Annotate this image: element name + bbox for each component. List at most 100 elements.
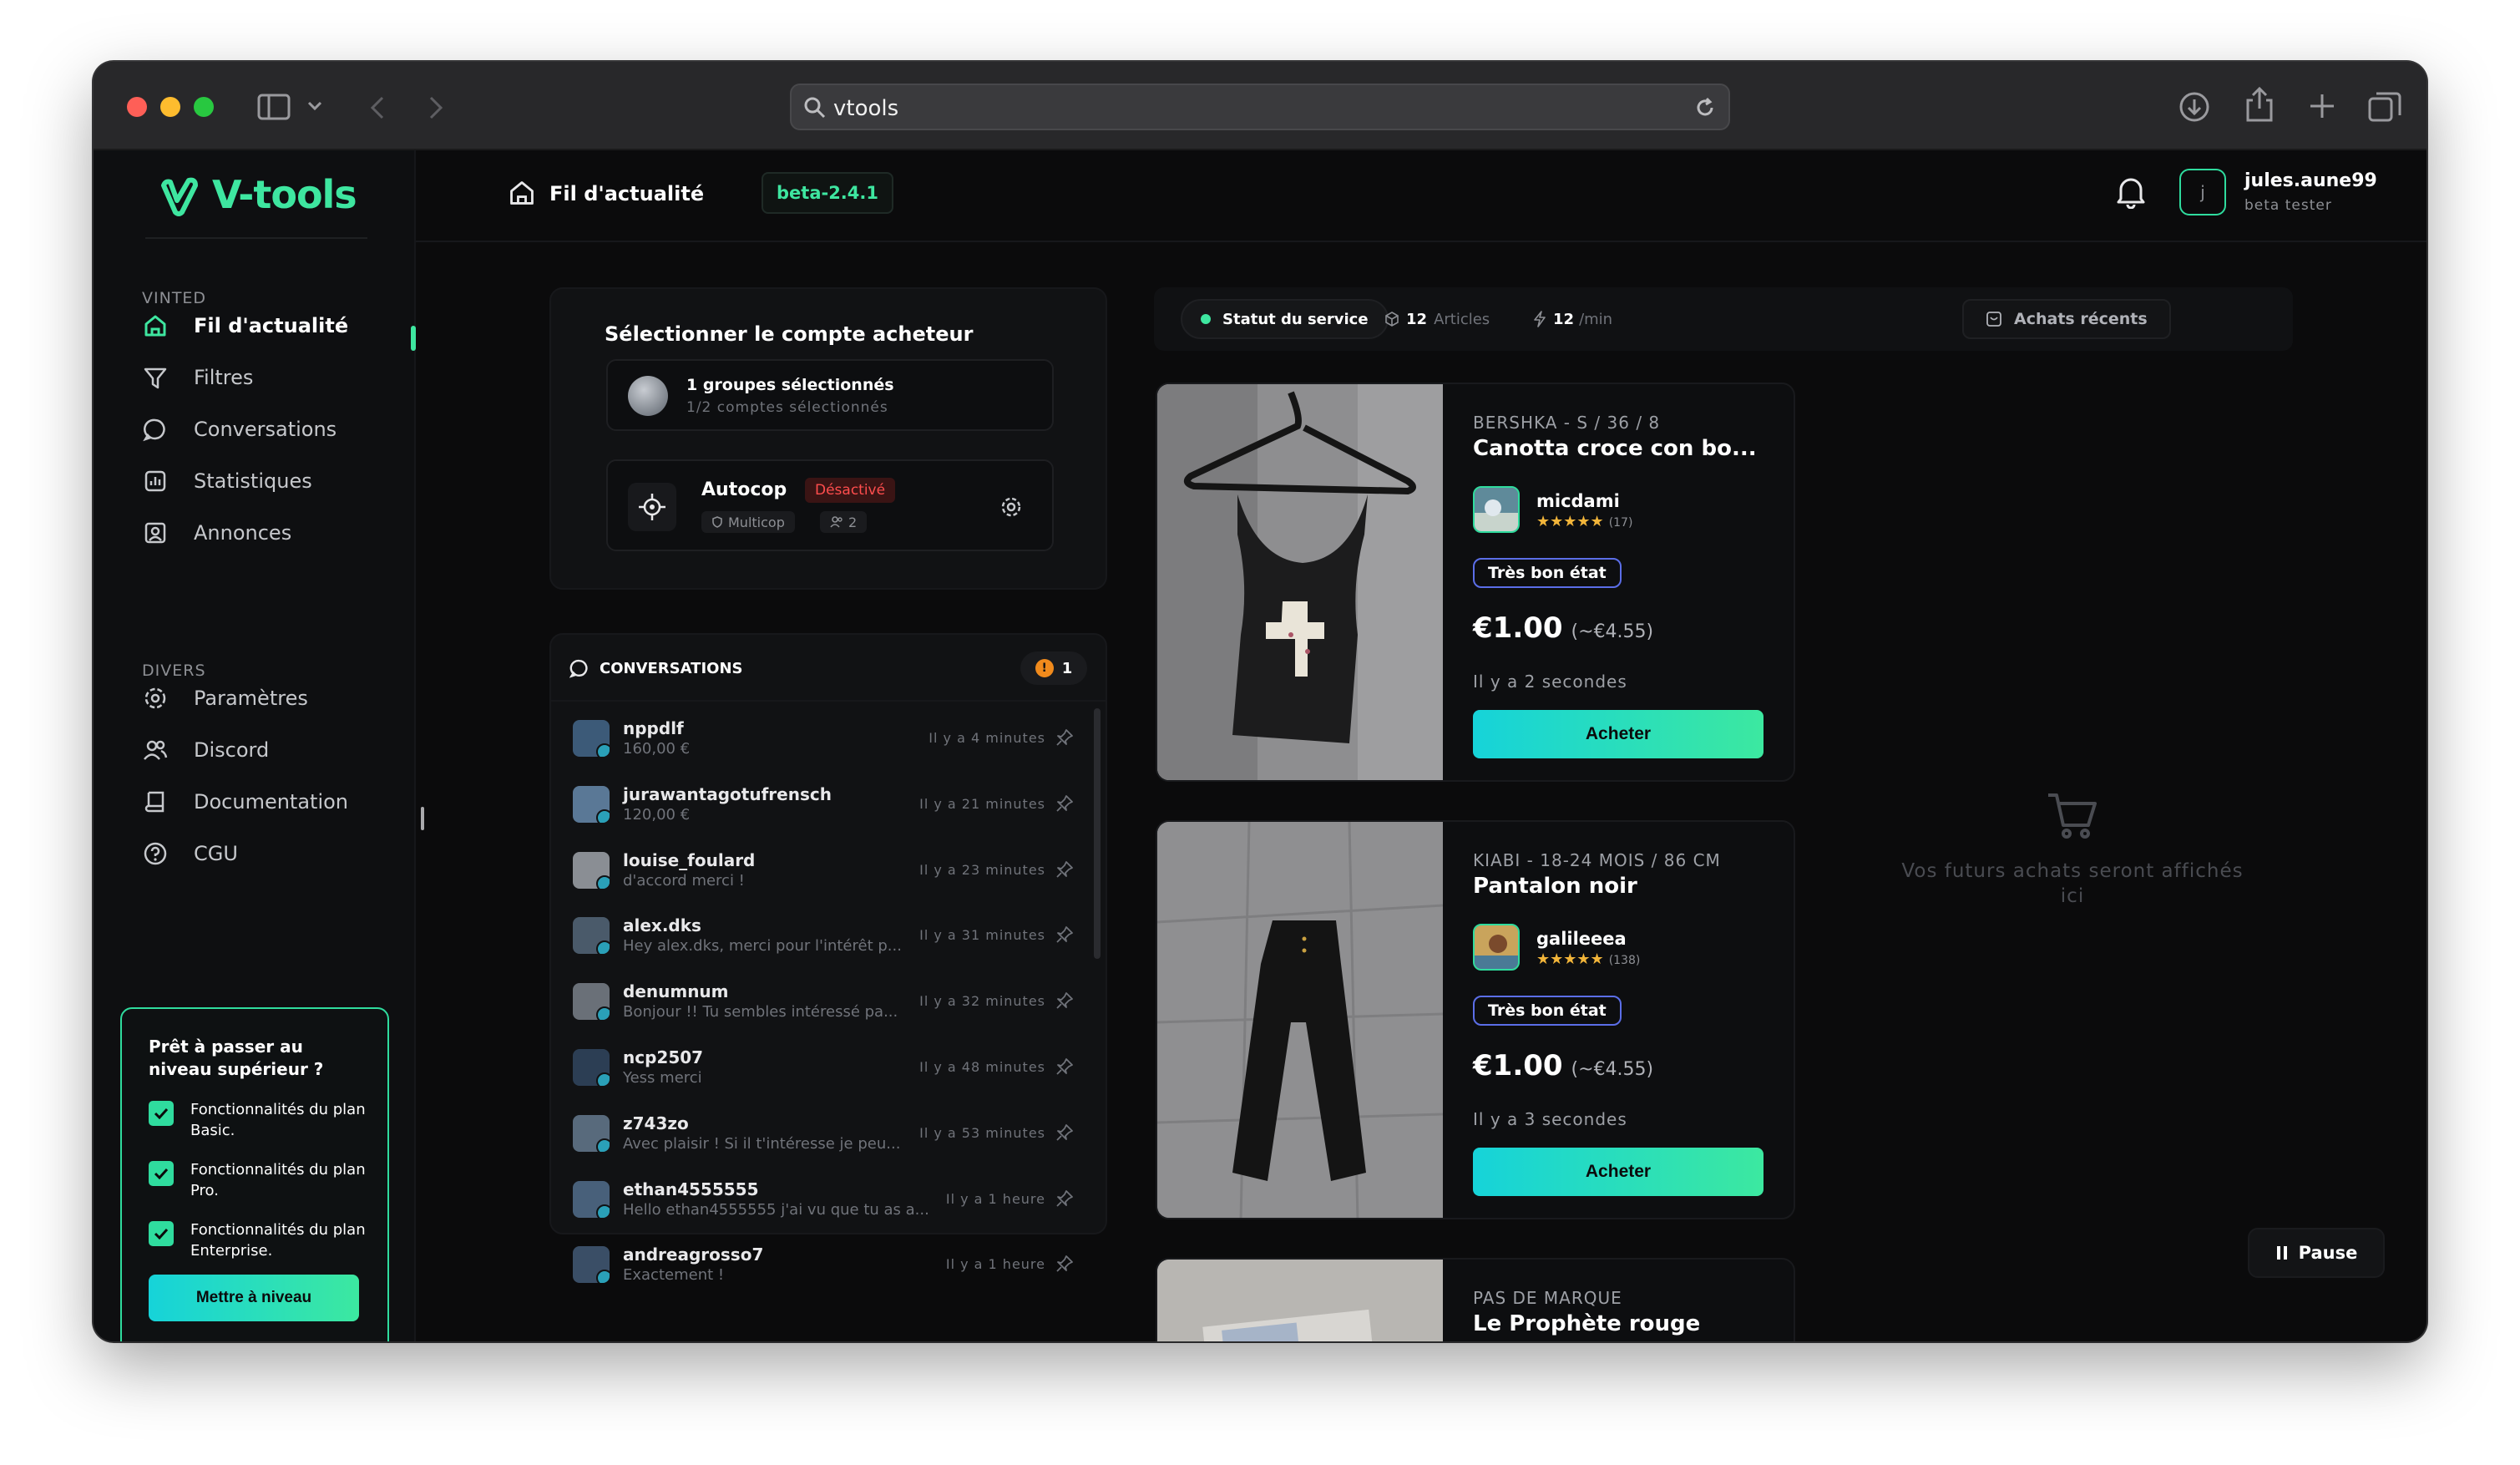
pin-icon[interactable] <box>1055 728 1074 747</box>
gear-icon[interactable] <box>999 494 1024 520</box>
search-icon <box>804 97 826 119</box>
download-icon[interactable] <box>2178 90 2211 124</box>
seller-avatar[interactable] <box>1473 924 1520 971</box>
conversation-item[interactable]: ncp2507 Yess merci Il y a 48 minutes <box>569 1039 1079 1104</box>
pause-label: Pause <box>2298 1243 2358 1263</box>
buy-button[interactable]: Acheter <box>1473 1148 1763 1196</box>
forward-icon[interactable] <box>428 95 444 120</box>
articles-count: 12 Articles <box>1384 299 1490 339</box>
sidebar-item-filters[interactable]: Filtres <box>142 357 392 398</box>
item-title[interactable]: Pantalon noir <box>1473 874 1637 899</box>
upgrade-feature-label: Fonctionnalités du plan Basic. <box>190 1101 366 1139</box>
review-count: (138) <box>1608 954 1641 967</box>
sidebar-item-conversations[interactable]: Conversations <box>142 409 392 449</box>
item-title[interactable]: Le Prophète rouge <box>1473 1311 1700 1336</box>
platform-badge <box>596 1138 610 1152</box>
sidebar-item-label: Filtres <box>194 366 254 389</box>
sidebar-item-label: Conversations <box>194 418 337 441</box>
scrollbar[interactable] <box>1094 708 1101 959</box>
share-icon[interactable] <box>2243 87 2276 124</box>
upgrade-button[interactable]: Mettre à niveau <box>149 1275 359 1321</box>
conversation-item[interactable]: jurawantagotufrensch 120,00 € Il y a 21 mi… <box>569 776 1079 841</box>
check-icon <box>154 1168 169 1179</box>
conversation-avatar <box>573 720 610 757</box>
tabs-overview-icon[interactable] <box>2368 90 2401 122</box>
conversation-item[interactable]: alex.dks Hey alex.dks, merci pour l'intér… <box>569 907 1079 972</box>
item-image[interactable] <box>1157 1260 1443 1341</box>
conversation-item[interactable]: denumnum Bonjour !! Tu sembles intéressé … <box>569 973 1079 1038</box>
section-title-divers: DIVERS <box>142 662 206 680</box>
pin-icon[interactable] <box>1055 794 1074 813</box>
sidebar-item-label: Annonces <box>194 521 292 545</box>
platform-badge <box>596 874 610 889</box>
conversation-item[interactable]: louise_foulard d'accord merci ! Il y a 23 … <box>569 842 1079 907</box>
group-selector[interactable]: 1 groupes sélectionnés 1/2 comptes sélec… <box>606 359 1054 431</box>
conversation-item[interactable]: andreagrosso7 Exactement ! Il y a 1 heure <box>569 1236 1079 1301</box>
close-window-button[interactable] <box>127 97 147 117</box>
sidebar-item-docs[interactable]: Documentation <box>142 782 392 822</box>
box-icon <box>1385 312 1399 327</box>
pin-icon[interactable] <box>1055 1255 1074 1273</box>
pause-button[interactable]: Pause <box>2248 1228 2385 1278</box>
avatar[interactable]: j <box>2179 169 2226 215</box>
page-title: Fil d'actualité <box>549 182 705 205</box>
conversation-item[interactable]: z743zo Avec plaisir ! Si il t'intéresse j… <box>569 1105 1079 1170</box>
seller-name[interactable]: galileeea <box>1536 929 1627 949</box>
home-icon <box>510 181 534 205</box>
sidebar-toggle-icon[interactable] <box>257 94 291 120</box>
pin-icon[interactable] <box>1055 860 1074 879</box>
seller-name[interactable]: micdami <box>1536 491 1620 511</box>
pin-icon[interactable] <box>1055 1189 1074 1208</box>
avatar-initial: j <box>2200 182 2205 202</box>
conversation-name: alex.dks <box>623 915 701 936</box>
pause-icon <box>2276 1246 2287 1260</box>
new-tab-icon[interactable] <box>2308 92 2336 120</box>
conversation-item[interactable]: nppdlf 160,00 € Il y a 4 minutes <box>569 710 1079 775</box>
sidebar-item-stats[interactable]: Statistiques <box>142 461 392 501</box>
chevron-down-icon[interactable] <box>307 100 322 112</box>
item-title[interactable]: Canotta croce con bo... <box>1473 436 1757 461</box>
buyer-account-title: Sélectionner le compte acheteur <box>605 322 974 346</box>
sidebar-item-listings[interactable]: Annonces <box>142 513 392 553</box>
sidebar-item-settings[interactable]: Paramètres <box>142 678 392 718</box>
sidebar-item-cgu[interactable]: CGU <box>142 834 392 874</box>
articles-count-value: 12 <box>1406 310 1428 328</box>
sidebar-item-discord[interactable]: Discord <box>142 730 392 770</box>
recent-purchases-button[interactable]: Achats récents <box>1962 299 2171 339</box>
address-bar[interactable]: vtools <box>790 84 1730 130</box>
bell-icon[interactable] <box>2116 175 2146 209</box>
back-icon[interactable] <box>369 95 386 120</box>
sidebar-item-feed[interactable]: Fil d'actualité <box>142 306 392 346</box>
pin-icon[interactable] <box>1055 1123 1074 1142</box>
buy-button[interactable]: Acheter <box>1473 710 1763 758</box>
conversation-name: jurawantagotufrensch <box>623 783 832 804</box>
item-brand: PAS DE MARQUE <box>1473 1288 1622 1308</box>
service-status-pill[interactable]: Statut du service <box>1181 299 1389 339</box>
conversation-item[interactable]: ethan4555555 Hello ethan4555555 j'ai vu q… <box>569 1171 1079 1236</box>
url-text: vtools <box>833 96 899 121</box>
item-photo <box>1157 1260 1443 1341</box>
minimize-window-button[interactable] <box>160 97 180 117</box>
item-price: €1.00 (~€4.55) <box>1473 611 1653 645</box>
conversation-avatar <box>573 785 610 823</box>
conversation-name: louise_foulard <box>623 849 756 870</box>
maximize-window-button[interactable] <box>194 97 214 117</box>
item-photo <box>1157 384 1443 780</box>
sidebar-item-label: Discord <box>194 738 270 762</box>
platform-badge <box>596 1072 610 1086</box>
browser-toolbar: vtools <box>94 62 2426 150</box>
item-image[interactable] <box>1157 822 1444 1218</box>
pin-icon[interactable] <box>1055 991 1074 1010</box>
reload-icon[interactable] <box>1693 96 1717 119</box>
item-image[interactable] <box>1157 384 1443 780</box>
conversation-preview: Hey alex.dks, merci pour l'intérêt p... <box>623 937 902 956</box>
buyer-account-card: Sélectionner le compte acheteur 1 groupe… <box>549 287 1107 590</box>
seller-avatar[interactable] <box>1473 486 1520 533</box>
conversation-avatar <box>573 851 610 889</box>
resize-handle[interactable] <box>421 807 424 830</box>
pin-icon[interactable] <box>1055 925 1074 944</box>
pin-icon[interactable] <box>1055 1057 1074 1076</box>
conversation-preview: d'accord merci ! <box>623 871 745 890</box>
empty-state-text: Vos futurs achats seront affichés ici <box>1901 860 2244 907</box>
conversation-time: Il y a 21 minutes <box>919 795 1045 812</box>
